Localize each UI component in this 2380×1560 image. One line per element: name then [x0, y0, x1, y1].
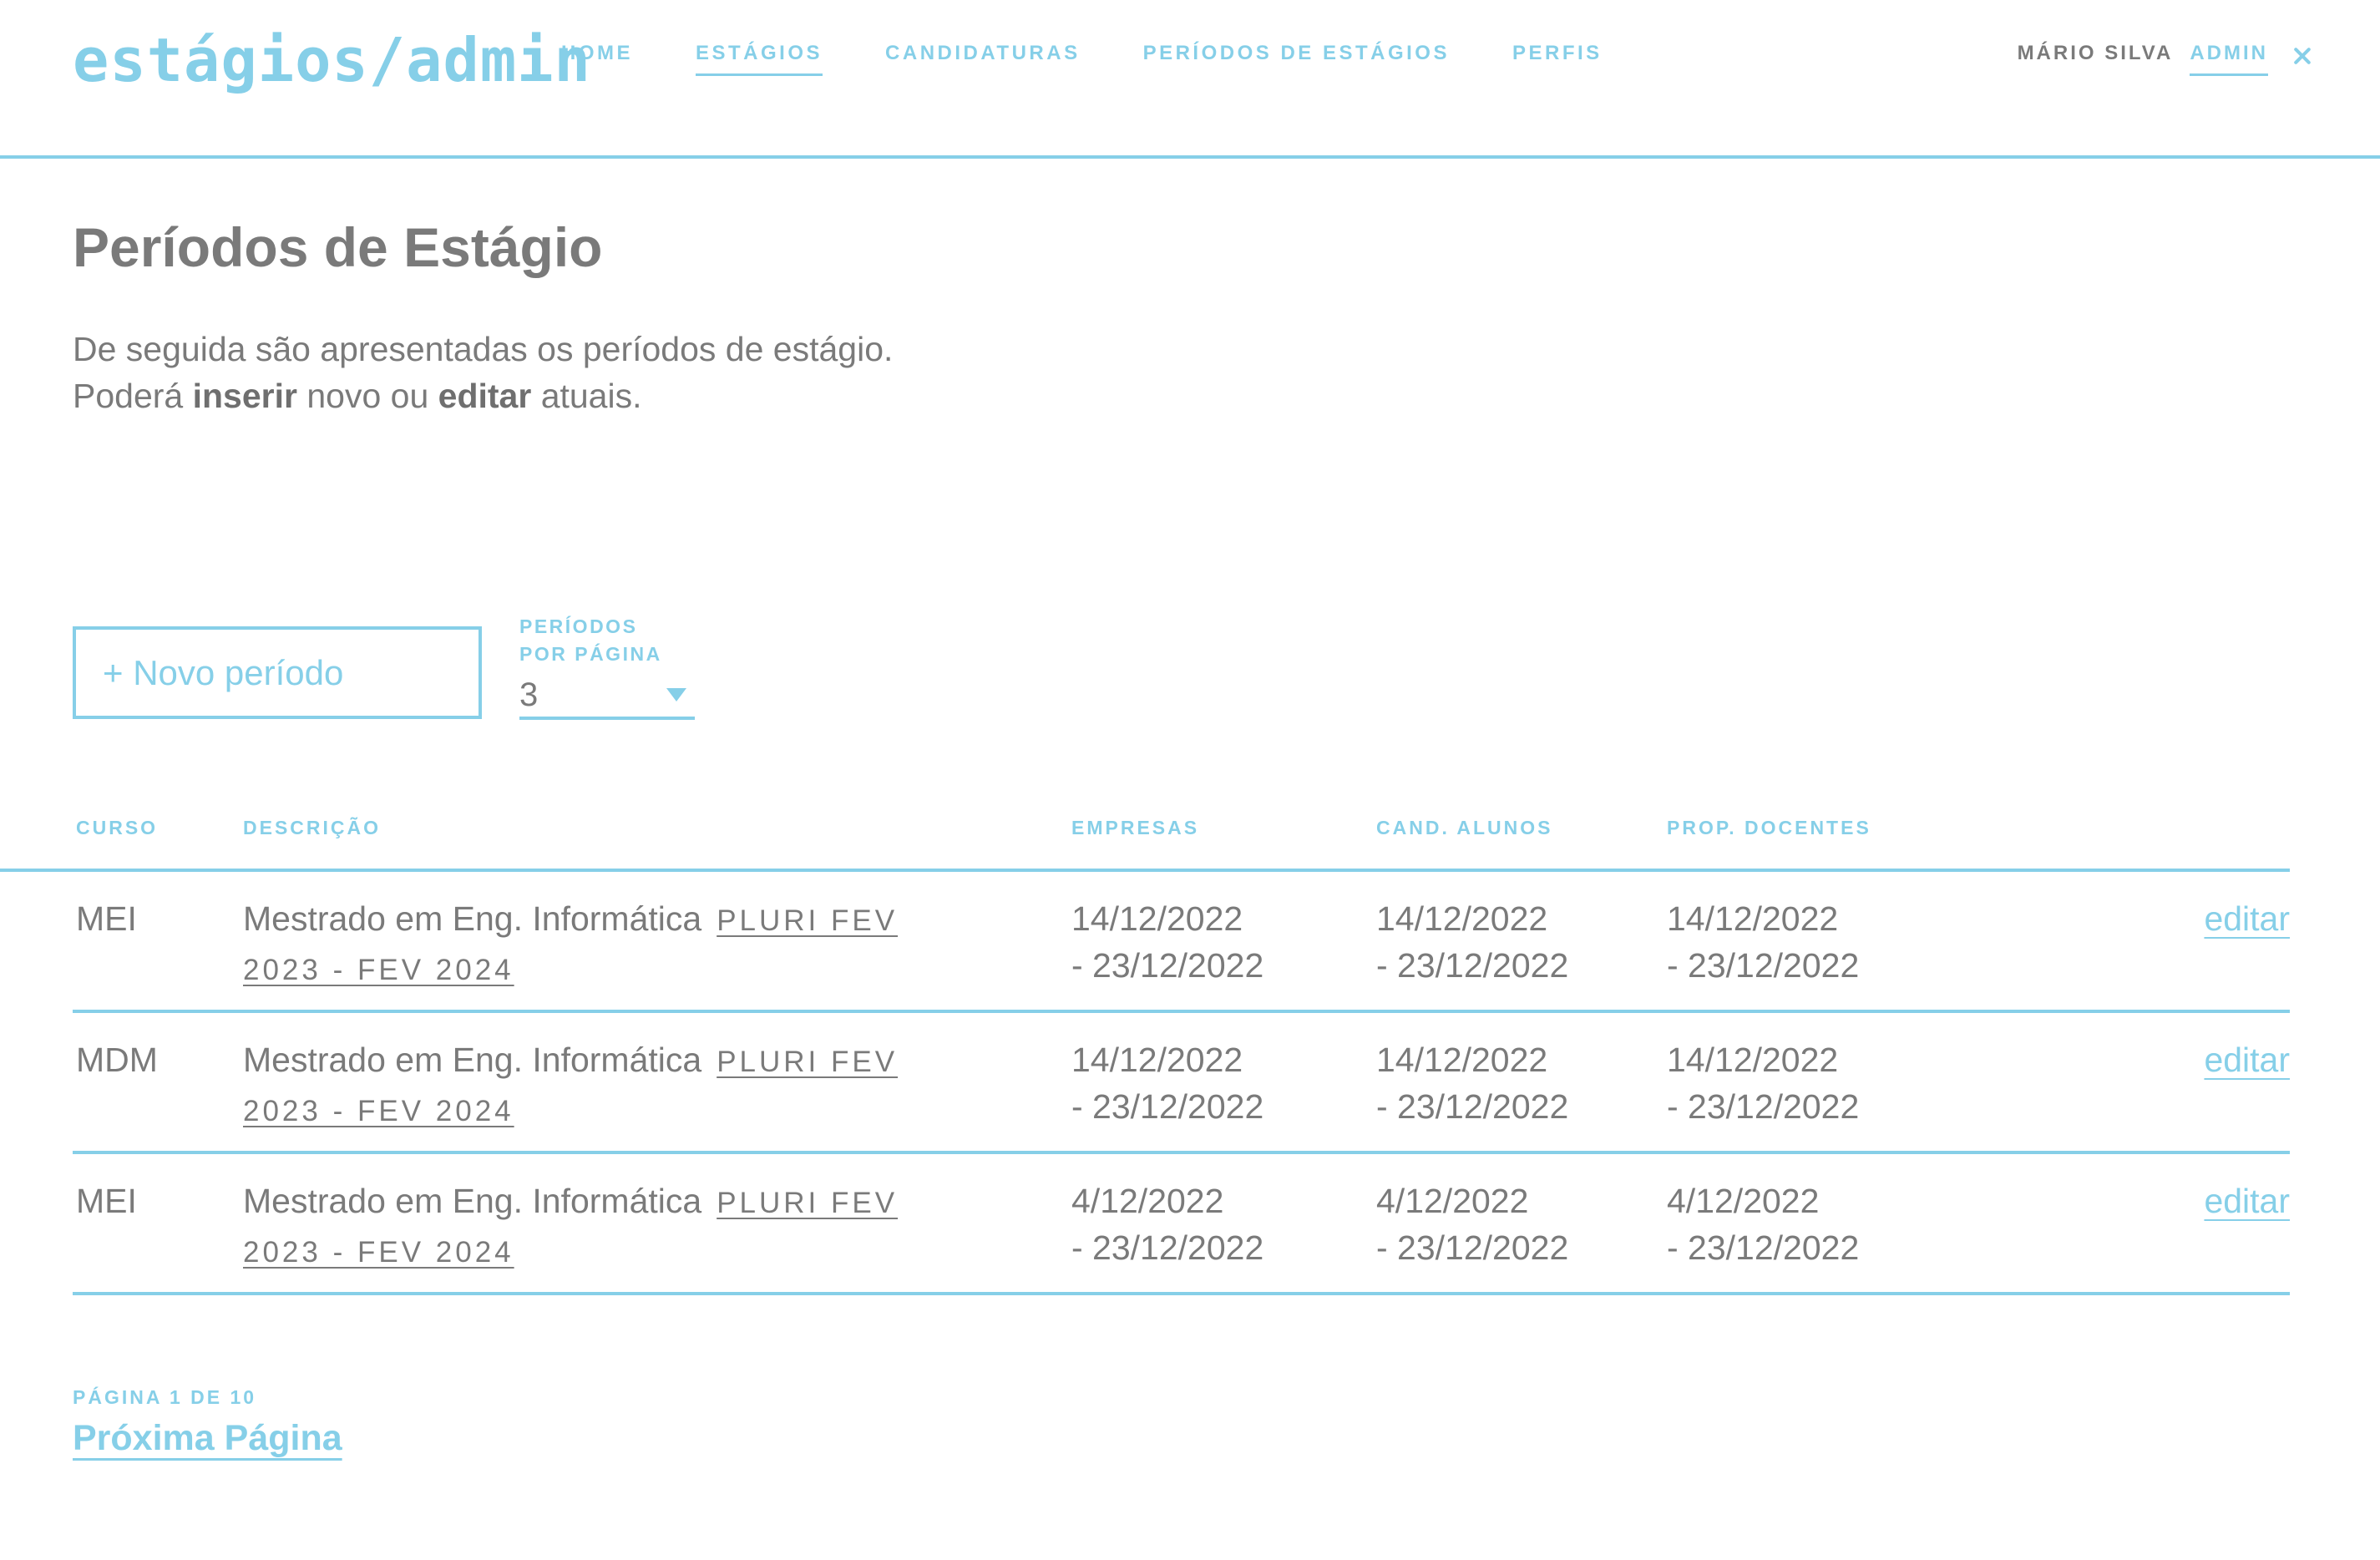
intro-emphasis-inserir: inserir: [192, 377, 297, 415]
nav-item-candidaturas[interactable]: CANDIDATURAS: [885, 42, 1081, 76]
nav-item-perfis[interactable]: PERFIS: [1512, 42, 1603, 76]
cell-cand-alunos: 14/12/2022 - 23/12/2022: [1376, 1036, 1660, 1130]
page-intro: De seguida são apresentadas os períodos …: [73, 326, 893, 419]
cell-descricao: Mestrado em Eng. Informática PLURI FEV 20…: [243, 895, 986, 994]
next-page-link[interactable]: Próxima Página: [73, 1418, 342, 1459]
user-area: MÁRIO SILVA ADMIN: [2018, 42, 2313, 76]
cell-cand-alunos: 14/12/2022 - 23/12/2022: [1376, 895, 1660, 989]
chevron-down-icon: [666, 688, 686, 701]
per-page-control: PERÍODOS POR PÁGINA 3: [519, 613, 695, 720]
per-page-value: 3: [519, 676, 539, 713]
cell-curso: MEI: [76, 1182, 137, 1220]
date-start: 4/12/2022: [1071, 1182, 1224, 1220]
intro-text: atuais.: [531, 377, 642, 415]
user-role-link[interactable]: ADMIN: [2190, 42, 2268, 76]
intro-line-1: De seguida são apresentadas os períodos …: [73, 330, 894, 368]
col-header-cand-alunos: CAND. ALUNOS: [1376, 817, 1553, 838]
cell-descricao: Mestrado em Eng. Informática PLURI FEV 20…: [243, 1036, 986, 1135]
page-title: Períodos de Estágio: [73, 216, 603, 278]
edit-link[interactable]: editar: [2204, 1178, 2290, 1224]
date-end: - 23/12/2022: [1376, 1228, 1569, 1267]
date-end: - 23/12/2022: [1667, 1228, 1860, 1267]
date-start: 14/12/2022: [1667, 1041, 1839, 1079]
cell-cand-alunos: 4/12/2022 - 23/12/2022: [1376, 1178, 1660, 1271]
date-end: - 23/12/2022: [1376, 946, 1569, 985]
cell-curso: MDM: [76, 1041, 158, 1079]
new-period-button[interactable]: + Novo período: [73, 626, 482, 719]
date-start: 14/12/2022: [1376, 1041, 1548, 1079]
date-start: 4/12/2022: [1667, 1182, 1820, 1220]
date-start: 14/12/2022: [1071, 899, 1243, 938]
date-end: - 23/12/2022: [1071, 1228, 1264, 1267]
table-row: MDM Mestrado em Eng. Informática PLURI FE…: [73, 1010, 2290, 1151]
intro-text: Poderá: [73, 377, 193, 415]
col-header-prop-docentes: PROP. DOCENTES: [1667, 817, 1871, 838]
table-row: MEI Mestrado em Eng. Informática PLURI FE…: [0, 869, 2290, 1010]
pagination-info: PÁGINA 1 DE 10: [73, 1386, 257, 1408]
date-end: - 23/12/2022: [1667, 1087, 1860, 1126]
periods-table: CURSO DESCRIÇÃO EMPRESAS CAND. ALUNOS PR…: [0, 802, 2380, 1295]
date-end: - 23/12/2022: [1667, 946, 1860, 985]
intro-emphasis-editar: editar: [438, 377, 532, 415]
per-page-label: PERÍODOS POR PÁGINA: [519, 613, 695, 668]
nav-item-periodos[interactable]: PERÍODOS DE ESTÁGIOS: [1143, 42, 1450, 76]
course-description: Mestrado em Eng. Informática: [243, 1182, 702, 1220]
per-page-label-line-2: POR PÁGINA: [519, 643, 662, 665]
intro-text: novo ou: [296, 377, 438, 415]
edit-link[interactable]: editar: [2204, 895, 2290, 942]
date-start: 14/12/2022: [1071, 1041, 1243, 1079]
cell-curso: MEI: [76, 899, 137, 938]
col-header-empresas: EMPRESAS: [1071, 817, 1200, 838]
nav-item-estagios[interactable]: ESTÁGIOS: [696, 42, 823, 76]
app-logo[interactable]: estágios/admin: [73, 25, 591, 95]
date-end: - 23/12/2022: [1071, 946, 1264, 985]
cell-prop-docentes: 14/12/2022 - 23/12/2022: [1667, 1036, 1951, 1130]
table-divider: [73, 1292, 2290, 1295]
per-page-label-line-1: PERÍODOS: [519, 615, 638, 637]
date-start: 14/12/2022: [1667, 899, 1839, 938]
nav-item-home[interactable]: HOME: [561, 42, 633, 76]
edit-link[interactable]: editar: [2204, 1036, 2290, 1083]
top-header: estágios/admin HOME ESTÁGIOS CANDIDATURA…: [0, 0, 2380, 159]
close-icon[interactable]: [2291, 45, 2313, 67]
user-name: MÁRIO SILVA: [2017, 42, 2174, 64]
cell-empresas: 14/12/2022 - 23/12/2022: [1071, 1036, 1355, 1130]
cell-prop-docentes: 14/12/2022 - 23/12/2022: [1667, 895, 1951, 989]
date-end: - 23/12/2022: [1071, 1087, 1264, 1126]
date-end: - 23/12/2022: [1376, 1087, 1569, 1126]
cell-empresas: 14/12/2022 - 23/12/2022: [1071, 895, 1355, 989]
cell-prop-docentes: 4/12/2022 - 23/12/2022: [1667, 1178, 1951, 1271]
course-description: Mestrado em Eng. Informática: [243, 899, 702, 938]
course-description: Mestrado em Eng. Informática: [243, 1041, 702, 1079]
col-header-descricao: DESCRIÇÃO: [243, 817, 382, 838]
date-start: 14/12/2022: [1376, 899, 1548, 938]
table-row: MEI Mestrado em Eng. Informática PLURI FE…: [73, 1151, 2290, 1292]
intro-line-2: Poderá inserir novo ou editar atuais.: [73, 372, 893, 419]
table-header: CURSO DESCRIÇÃO EMPRESAS CAND. ALUNOS PR…: [0, 802, 2380, 869]
col-header-curso: CURSO: [76, 817, 159, 838]
per-page-select[interactable]: 3: [519, 671, 695, 720]
cell-empresas: 4/12/2022 - 23/12/2022: [1071, 1178, 1355, 1271]
cell-descricao: Mestrado em Eng. Informática PLURI FEV 20…: [243, 1178, 986, 1276]
main-nav: HOME ESTÁGIOS CANDIDATURAS PERÍODOS DE E…: [561, 42, 1603, 76]
date-start: 4/12/2022: [1376, 1182, 1529, 1220]
